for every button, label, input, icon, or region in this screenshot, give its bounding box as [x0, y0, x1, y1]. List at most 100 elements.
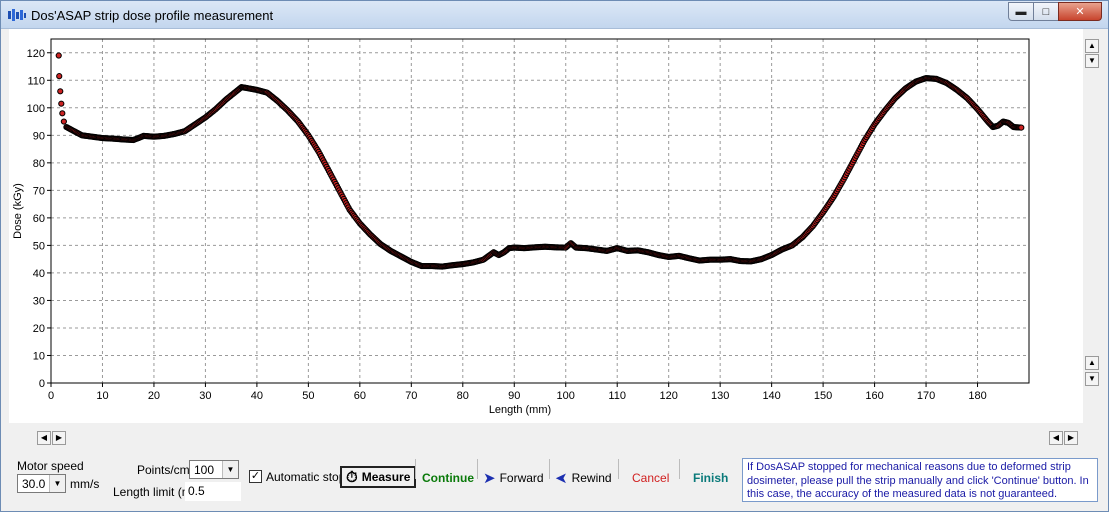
length-limit-label: Length limit (m)	[113, 485, 196, 499]
chart-vertical-scroll: ▲ ▼ ▲ ▼	[1083, 29, 1101, 423]
data-point	[58, 100, 65, 107]
x-tick-label: 60	[354, 390, 366, 402]
y-tick-label: 60	[33, 213, 45, 225]
x-tick-label: 10	[96, 390, 108, 402]
automatic-stop-checkbox[interactable]: ✓	[249, 470, 262, 483]
vscroll-top-up-button[interactable]: ▲	[1085, 39, 1099, 53]
stopwatch-icon: ⏱	[346, 468, 358, 486]
hscroll-left-right-button[interactable]: ▶	[52, 431, 66, 445]
hscroll-right-left-button[interactable]: ◀	[1049, 431, 1063, 445]
close-button[interactable]: ✕	[1058, 2, 1102, 21]
x-tick-label: 150	[814, 390, 832, 402]
x-tick-label: 140	[762, 390, 780, 402]
x-tick-label: 110	[608, 390, 626, 402]
main-window: Dos'ASAP strip dose profile measurement …	[0, 0, 1109, 512]
rewind-button[interactable]: ➤ Rewind	[555, 467, 612, 489]
info-message: If DosASAP stopped for mechanical reason…	[742, 458, 1098, 502]
y-axis-label: Dose (kGy)	[12, 183, 24, 239]
vscroll-bottom-down-button[interactable]: ▼	[1085, 372, 1099, 386]
title-bar[interactable]: Dos'ASAP strip dose profile measurement …	[1, 1, 1108, 29]
y-tick-label: 10	[33, 350, 45, 362]
toolbar-separator	[477, 459, 478, 479]
arrow-right-icon: ▶	[55, 433, 63, 442]
x-tick-label: 100	[557, 390, 575, 402]
forward-button[interactable]: ➤ Forward	[483, 467, 544, 489]
data-point	[56, 73, 63, 80]
toolbar-separator	[679, 459, 680, 479]
automatic-stop-label: Automatic stop	[266, 470, 346, 484]
rewind-button-label: Rewind	[571, 471, 612, 485]
data-point	[55, 52, 62, 59]
data-point	[57, 88, 64, 95]
cancel-button[interactable]: Cancel	[632, 467, 669, 489]
data-point	[59, 110, 66, 117]
arrow-right-icon: ➤	[483, 469, 496, 487]
y-tick-label: 30	[33, 295, 45, 307]
chart-horizontal-scroll: ◀ ▶ ◀ ▶	[9, 429, 1101, 447]
dose-profile-chart: 0 10 20 30 40 50 60 70 80 90 100 110 120 130 140 150 160…	[12, 38, 1030, 416]
cancel-button-label: Cancel	[632, 471, 670, 485]
y-tick-label: 0	[39, 378, 45, 390]
x-tick-label: 180	[968, 390, 986, 402]
toolbar-separator	[618, 459, 619, 479]
x-tick-label: 130	[711, 390, 729, 402]
continue-button-label: Continue	[422, 471, 474, 485]
motor-speed-select[interactable]: 30.0 ▼	[17, 474, 66, 493]
data-point	[1018, 124, 1025, 131]
window-title: Dos'ASAP strip dose profile measurement	[31, 8, 274, 23]
motor-speed-label: Motor speed	[17, 459, 84, 473]
x-tick-label: 80	[457, 390, 469, 402]
minimize-button[interactable]: ▬	[1008, 2, 1034, 21]
y-tick-label: 90	[33, 130, 45, 142]
arrow-left-icon: ➤	[555, 469, 568, 487]
y-tick-label: 20	[33, 323, 45, 335]
vscroll-top-down-button[interactable]: ▼	[1085, 54, 1099, 68]
data-point	[60, 118, 67, 125]
hscroll-right-right-button[interactable]: ▶	[1064, 431, 1078, 445]
y-tick-label: 70	[33, 185, 45, 197]
forward-button-label: Forward	[499, 471, 544, 485]
dose-chart-panel: 0 10 20 30 40 50 60 70 80 90 100 110 120 130 140 150 160…	[9, 29, 1083, 423]
x-tick-label: 20	[148, 390, 160, 402]
length-limit-input[interactable]: 0.5	[185, 482, 241, 501]
measure-button[interactable]: ⏱ Measure	[340, 466, 417, 488]
x-axis-label: Length (mm)	[489, 404, 551, 416]
x-tick-label: 70	[405, 390, 417, 402]
motor-speed-unit: mm/s	[70, 477, 100, 491]
x-tick-label: 50	[302, 390, 314, 402]
window-buttons: ▬ □ ✕	[1008, 2, 1102, 21]
finish-button-label: Finish	[693, 471, 729, 485]
arrow-down-icon: ▼	[1088, 56, 1096, 65]
y-tick-label: 40	[33, 268, 45, 280]
continue-button[interactable]: Continue	[422, 467, 474, 489]
points-per-cm-label: Points/cm	[137, 463, 190, 477]
x-tick-label: 40	[251, 390, 263, 402]
y-tick-label: 50	[33, 240, 45, 252]
plot-frame	[50, 38, 1030, 384]
arrow-up-icon: ▲	[1088, 358, 1096, 367]
x-tick-label: 160	[865, 390, 883, 402]
y-tick-label: 120	[27, 48, 45, 60]
x-tick-label: 170	[917, 390, 935, 402]
app-icon	[8, 9, 26, 21]
arrow-left-icon: ◀	[1052, 433, 1060, 442]
points-per-cm-select[interactable]: 100 ▼	[189, 460, 239, 479]
arrow-up-icon: ▲	[1088, 41, 1096, 50]
toolbar-separator	[415, 459, 416, 479]
control-panel: Motor speed 30.0 ▼ mm/s Points/cm 100 ▼ …	[9, 453, 1101, 505]
vscroll-bottom-up-button[interactable]: ▲	[1085, 356, 1099, 370]
maximize-icon: □	[1042, 5, 1050, 18]
x-tick-label: 90	[508, 390, 520, 402]
points-per-cm-value: 100	[194, 463, 215, 477]
y-tick-label: 100	[27, 103, 45, 115]
hscroll-left-left-button[interactable]: ◀	[37, 431, 51, 445]
client-area: 0 10 20 30 40 50 60 70 80 90 100 110 120 130 140 150 160…	[9, 29, 1101, 505]
maximize-button[interactable]: □	[1033, 2, 1059, 21]
x-tick-label: 0	[48, 390, 54, 402]
finish-button[interactable]: Finish	[693, 467, 728, 489]
x-tick-label: 120	[660, 390, 678, 402]
arrow-down-icon: ▼	[1088, 374, 1096, 383]
checkmark-icon: ✓	[250, 470, 261, 482]
close-icon: ✕	[1075, 6, 1085, 18]
arrow-right-icon: ▶	[1067, 433, 1075, 442]
